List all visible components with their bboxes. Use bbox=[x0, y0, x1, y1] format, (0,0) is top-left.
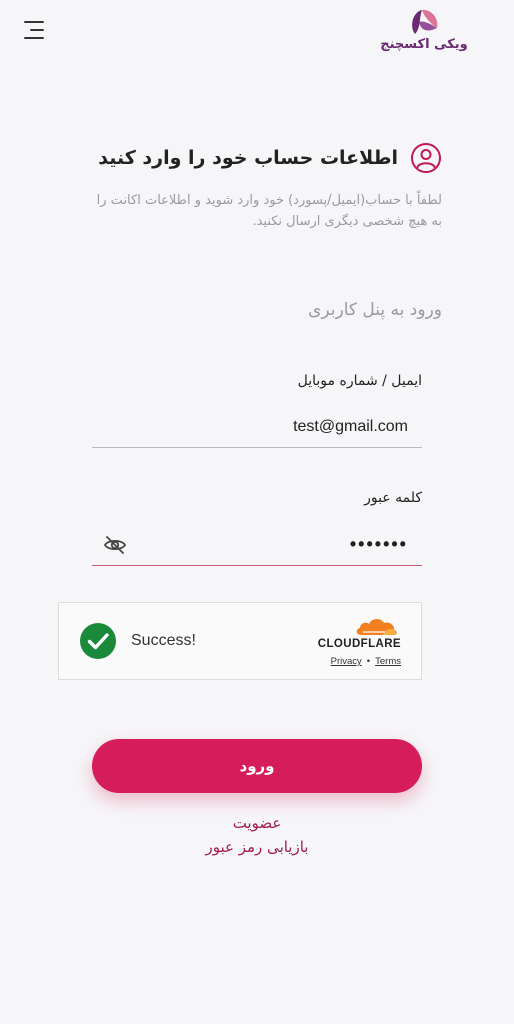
info-description-line: لطفاً با حساب(ایمیل/پسورد) خود وارد شوید… bbox=[96, 193, 442, 208]
cloudflare-brand-text: CLOUDFLARE bbox=[317, 638, 401, 650]
menu-button[interactable] bbox=[22, 18, 48, 42]
page-title: اطلاعات حساب خود را وارد کنید bbox=[98, 147, 398, 169]
eye-off-icon bbox=[103, 535, 127, 554]
check-circle-icon bbox=[80, 623, 116, 659]
cloudflare-cloud-icon bbox=[356, 618, 397, 635]
captcha-status-group: Success! bbox=[79, 622, 196, 660]
logo-text: ویکی اکسچنج bbox=[380, 37, 468, 52]
password-field[interactable] bbox=[128, 524, 422, 565]
user-circle-icon bbox=[411, 143, 441, 173]
password-label: کلمه عبور bbox=[364, 490, 422, 506]
brand-logo[interactable]: ویکی اکسچنج bbox=[380, 8, 468, 58]
terms-link[interactable]: Terms bbox=[375, 656, 401, 667]
info-heading: اطلاعات حساب خود را وارد کنید bbox=[42, 142, 442, 174]
cloudflare-links: Privacy • Terms bbox=[331, 656, 401, 667]
info-description-line: به هیچ شخصی دیگری ارسال نکنید. bbox=[252, 214, 442, 229]
cloudflare-captcha[interactable]: Success! CLOUDFLARE Privacy • Terms bbox=[58, 602, 422, 680]
cloudflare-branding: CLOUDFLARE Privacy • Terms bbox=[318, 615, 401, 667]
privacy-link[interactable]: Privacy bbox=[331, 656, 362, 667]
section-title: ورود به پنل کاربری bbox=[308, 300, 442, 320]
menu-icon bbox=[24, 21, 44, 39]
recover-password-link[interactable]: بازیابی رمز عبور bbox=[0, 838, 514, 856]
login-button[interactable]: ورود bbox=[92, 739, 422, 793]
email-field-wrapper bbox=[92, 406, 422, 448]
info-description: لطفاً با حساب(ایمیل/پسورد) خود وارد شوید… bbox=[72, 190, 442, 232]
email-label: ایمیل / شماره موبایل bbox=[297, 373, 422, 389]
password-visibility-toggle[interactable] bbox=[102, 532, 128, 558]
logo-mark-icon bbox=[412, 9, 438, 34]
email-field[interactable] bbox=[92, 406, 422, 447]
login-page: ویکی اکسچنج اطلاعات حساب خود را وارد کنی… bbox=[0, 0, 514, 1024]
link-separator: • bbox=[366, 656, 371, 667]
captcha-status-text: Success! bbox=[131, 632, 196, 649]
password-field-wrapper bbox=[92, 524, 422, 566]
register-link[interactable]: عضویت bbox=[0, 814, 514, 832]
